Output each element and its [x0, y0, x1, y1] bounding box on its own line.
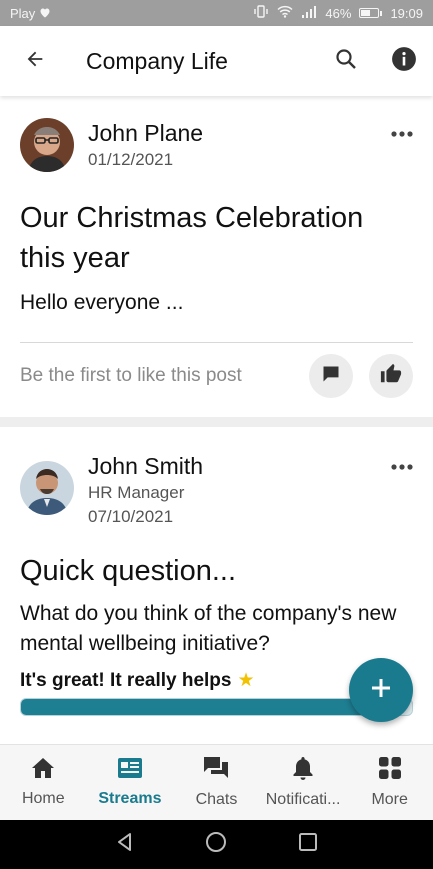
more-horizontal-icon — [391, 124, 413, 142]
info-icon — [391, 46, 417, 77]
clock: 19:09 — [390, 5, 423, 21]
page-title: Company Life — [86, 47, 228, 74]
nav-more[interactable]: More — [346, 745, 433, 820]
nav-chats[interactable]: Chats — [173, 745, 260, 820]
search-icon — [334, 47, 358, 76]
poll-progress-fill — [21, 699, 366, 715]
plus-icon — [369, 676, 393, 705]
like-button[interactable] — [369, 354, 413, 398]
app-bar: Company Life — [0, 26, 433, 96]
nav-label: Chats — [195, 791, 238, 808]
post-separator — [0, 417, 433, 427]
more-options-button[interactable] — [377, 451, 413, 481]
more-horizontal-icon — [391, 457, 413, 475]
post-title[interactable]: Our Christmas Celebration this year — [20, 198, 413, 278]
post-body: What do you think of the company's new m… — [20, 602, 397, 655]
post-date: 01/12/2021 — [88, 150, 174, 169]
wifi-icon — [277, 5, 293, 21]
arrow-back-icon — [24, 48, 46, 75]
battery-icon — [359, 8, 383, 18]
nav-label: More — [371, 791, 408, 808]
feed[interactable]: John Plane 01/12/2021 Our Christmas Cele… — [0, 96, 433, 744]
author-role: HR Manager — [88, 483, 185, 502]
nav-label: Streams — [98, 790, 162, 807]
post-body: Hello everyone ... — [20, 291, 184, 314]
bottom-navigation: Home Streams Chats Notificati... More — [0, 744, 433, 820]
signal-icon — [301, 5, 317, 21]
avatar[interactable] — [20, 461, 74, 515]
create-post-button[interactable] — [349, 658, 413, 722]
nav-notifications[interactable]: Notificati... — [260, 745, 347, 820]
avatar[interactable] — [20, 118, 74, 172]
post-date: 07/10/2021 — [88, 507, 174, 526]
nav-streams[interactable]: Streams — [87, 745, 174, 820]
comment-icon — [321, 364, 341, 389]
thumb-up-icon — [380, 363, 402, 390]
post-title[interactable]: Quick question... — [20, 551, 413, 591]
grid-icon — [378, 756, 402, 785]
chats-icon — [203, 756, 229, 785]
author-name[interactable]: John Plane — [88, 118, 203, 148]
streams-icon — [117, 757, 143, 784]
like-prompt: Be the first to like this post — [20, 365, 242, 386]
system-back-button[interactable] — [114, 831, 136, 858]
nav-home[interactable]: Home — [0, 745, 87, 820]
poll-option-label: It's great! It really helps — [20, 669, 232, 691]
more-options-button[interactable] — [377, 118, 413, 148]
nav-label: Notificati... — [265, 791, 341, 808]
vibrate-icon — [253, 5, 269, 21]
back-button[interactable] — [0, 26, 70, 96]
home-icon — [31, 757, 55, 784]
battery-percent: 46% — [325, 5, 352, 21]
system-home-button[interactable] — [204, 830, 228, 859]
status-bar: Play 46% 19:09 — [0, 0, 433, 26]
system-recents-button[interactable] — [297, 831, 319, 858]
carrier-label: Play — [10, 5, 36, 21]
nav-label: Home — [21, 790, 65, 807]
search-button[interactable] — [317, 32, 375, 90]
comment-button[interactable] — [309, 354, 353, 398]
bell-icon — [292, 756, 314, 785]
post-card[interactable]: John Plane 01/12/2021 Our Christmas Cele… — [0, 96, 433, 409]
star-icon: ★ — [237, 670, 255, 691]
system-navigation-bar — [0, 820, 433, 869]
heart-icon — [39, 6, 51, 21]
author-name[interactable]: John Smith — [88, 451, 203, 481]
info-button[interactable] — [375, 32, 433, 90]
